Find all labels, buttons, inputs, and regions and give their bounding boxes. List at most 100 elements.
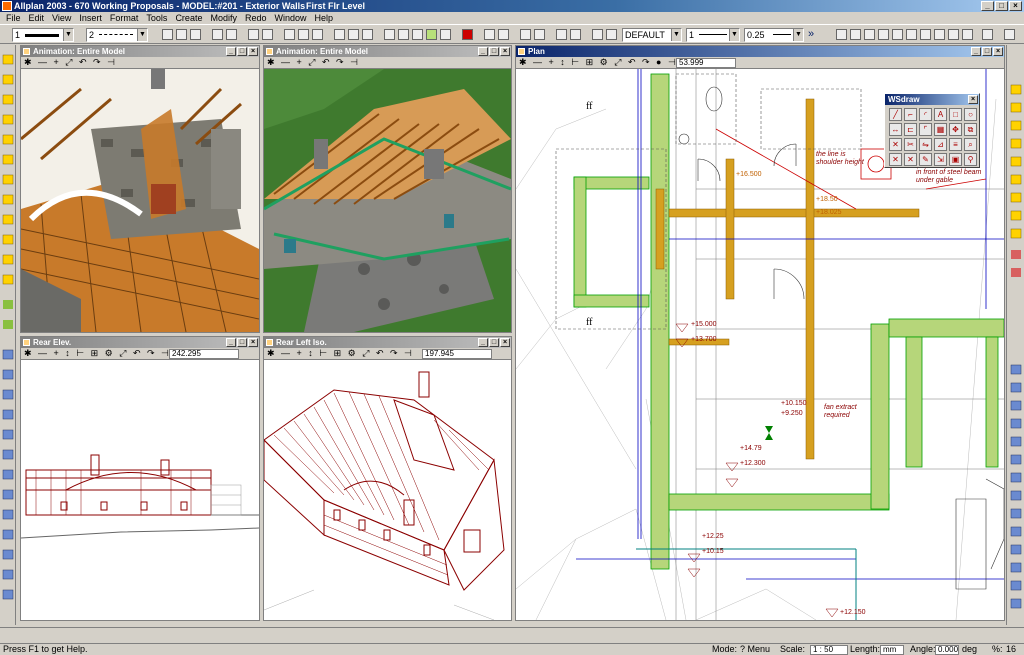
close-button[interactable]: × (248, 338, 258, 347)
filter-icon[interactable] (312, 29, 323, 40)
tool-j-icon[interactable] (962, 29, 973, 40)
color-icon[interactable] (462, 29, 473, 40)
select-icon[interactable] (298, 29, 309, 40)
check-icon[interactable] (426, 29, 437, 40)
close-button[interactable]: × (500, 47, 510, 56)
viewport-title-bar[interactable]: Animation: Entire Model _ □ × (264, 46, 511, 57)
close-icon[interactable]: × (968, 95, 978, 104)
viewport-toolbar[interactable]: ✱ — + ↕ ⊢ ⊞ ⚙ ⤢ ↶ ↷ ● ⊣ ⊟ ⊞ 53.999 (516, 57, 1004, 69)
cad-view[interactable] (264, 360, 511, 620)
tool-a-icon[interactable] (836, 29, 847, 40)
viewport-title-bar[interactable]: Plan _ □ × (516, 46, 1004, 57)
chevron-down-icon[interactable]: ▼ (137, 29, 147, 41)
tool-i-icon[interactable] (948, 29, 959, 40)
tool-e-icon[interactable] (892, 29, 903, 40)
minimize-button[interactable]: _ (981, 1, 994, 11)
tool-b-icon[interactable] (850, 29, 861, 40)
fence-icon[interactable] (384, 29, 395, 40)
polyline-tool-icon[interactable]: ⌐ (904, 108, 917, 121)
layer-tool-icon[interactable]: ≡ (949, 138, 962, 151)
minimize-button[interactable]: _ (478, 47, 488, 56)
zoom-icon[interactable] (348, 29, 359, 40)
save-tool-icon[interactable]: ▣ (949, 153, 962, 166)
search-tool-icon[interactable]: ⚲ (964, 153, 977, 166)
viewport-toolbar[interactable]: ✱ — + ⤢ ↶ ↷ ⊣ (264, 57, 511, 69)
save-icon[interactable] (162, 29, 173, 40)
tool-f-icon[interactable] (906, 29, 917, 40)
circle-tool-icon[interactable]: ○ (964, 108, 977, 121)
menu-help[interactable]: Help (311, 12, 338, 24)
tool-h-icon[interactable] (934, 29, 945, 40)
measure-tool-icon[interactable]: ⊿ (934, 138, 947, 151)
chevron-down-icon[interactable]: ▼ (63, 29, 73, 41)
back-icon[interactable] (982, 29, 993, 40)
undo-icon[interactable] (248, 29, 259, 40)
copy-icon[interactable] (226, 29, 237, 40)
close-button[interactable]: × (500, 338, 510, 347)
zoom-field[interactable]: 242.295 (169, 349, 239, 359)
scale-value[interactable]: 1 : 50 (810, 645, 848, 655)
line-tool-icon[interactable]: ╱ (889, 108, 902, 121)
maximize-button[interactable]: □ (237, 47, 247, 56)
offset-tool-icon[interactable]: ⊏ (904, 123, 917, 136)
mirror-tool-icon[interactable]: ⇋ (919, 138, 932, 151)
erase-tool-icon[interactable]: ✕ (889, 153, 902, 166)
maximize-button[interactable]: □ (489, 47, 499, 56)
menu-edit[interactable]: Edit (25, 12, 49, 24)
text-icon[interactable] (520, 29, 531, 40)
forward-icon[interactable] (1004, 29, 1015, 40)
zoom-tool-icon[interactable]: ⌕ (964, 138, 977, 151)
viewport-toolbar[interactable]: ✱ — + ↕ ⊢ ⊞ ⚙ ⤢ ↶ ↷ ⊣ 197.945 (264, 348, 511, 360)
viewport-rear-left-iso[interactable]: Rear Left Iso. _ □ × ✱ — + ↕ ⊢ ⊞ ⚙ ⤢ ↶ ↷ ⊣… (263, 336, 512, 621)
properties-icon[interactable] (556, 29, 567, 40)
arc-tool-icon[interactable]: ◜ (919, 108, 932, 121)
hatch-tool-icon[interactable]: ▦ (934, 123, 947, 136)
fillet-tool-icon[interactable]: ⌜ (919, 123, 932, 136)
left-tool-icons[interactable] (0, 45, 16, 625)
viewport-animation-1[interactable]: Animation: Entire Model _ □ × ✱ — + ⤢ ↶ ↷ … (20, 45, 260, 333)
rectangle-tool-icon[interactable]: □ (949, 108, 962, 121)
pen-tool-icon[interactable]: ✎ (919, 153, 932, 166)
cad-view[interactable] (21, 360, 259, 620)
line-select[interactable]: 2 ▼ (86, 28, 148, 42)
angle-value[interactable]: 0.000 (935, 645, 959, 655)
maximize-button[interactable]: □ (995, 1, 1008, 11)
wsdraw-title-bar[interactable]: WSdraw × (885, 94, 979, 105)
layer-icon[interactable] (284, 29, 295, 40)
redo-icon[interactable] (262, 29, 273, 40)
print-icon[interactable] (176, 29, 187, 40)
delete-tool-icon[interactable]: ✕ (889, 138, 902, 151)
pen-select[interactable]: 1 ▼ (12, 28, 74, 42)
measure-icon[interactable] (398, 29, 409, 40)
wizard-icon[interactable] (592, 29, 603, 40)
snap-icon[interactable] (498, 29, 509, 40)
close-button[interactable]: × (993, 47, 1003, 56)
pan-icon[interactable] (362, 29, 373, 40)
move-tool-icon[interactable]: ✥ (949, 123, 962, 136)
viewport-title-bar[interactable]: Rear Left Iso. _ □ × (264, 337, 511, 348)
render-view[interactable] (21, 69, 259, 332)
thickness-select[interactable]: 0.25 ▼ (744, 28, 804, 42)
chevron-down-icon[interactable]: ▼ (729, 29, 739, 41)
tool-c-icon[interactable] (864, 29, 875, 40)
viewport-title-bar[interactable]: Animation: Entire Model _ □ × (21, 46, 259, 57)
viewport-toolbar[interactable]: ✱ — + ⤢ ↶ ↷ ⊣ (21, 57, 259, 69)
toolbar-more[interactable]: » (808, 28, 814, 40)
minimize-button[interactable]: _ (971, 47, 981, 56)
viewport-title-bar[interactable]: Rear Elev. _ □ × (21, 337, 259, 348)
render-view[interactable] (264, 69, 511, 332)
tool-d-icon[interactable] (878, 29, 889, 40)
break-tool-icon[interactable]: ✕ (904, 153, 917, 166)
text-tool-icon[interactable]: A (934, 108, 947, 121)
minimize-button[interactable]: _ (226, 47, 236, 56)
menu-view[interactable]: View (48, 12, 75, 24)
maximize-button[interactable]: □ (982, 47, 992, 56)
minimize-button[interactable]: _ (478, 338, 488, 347)
preview-icon[interactable] (190, 29, 201, 40)
wsdraw-palette[interactable]: WSdraw × ╱ ⌐ ◜ A □ ○ ↔ ⊏ ⌜ ▦ ✥ ⧉ ✕ ✂ ⇋ ⊿… (884, 93, 980, 168)
cut-icon[interactable] (212, 29, 223, 40)
format-icon[interactable] (570, 29, 581, 40)
pen2-select[interactable]: 1 ▼ (686, 28, 740, 42)
chevron-down-icon[interactable]: ▼ (793, 29, 803, 41)
close-button[interactable]: × (1009, 1, 1022, 11)
